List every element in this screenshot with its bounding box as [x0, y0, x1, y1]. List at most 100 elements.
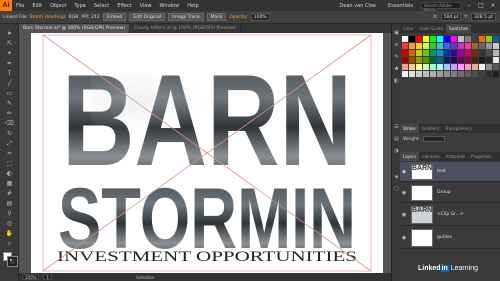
color-swatch[interactable]	[472, 57, 478, 63]
color-swatch[interactable]	[451, 64, 457, 70]
color-swatch[interactable]	[402, 71, 408, 77]
gradient-icon[interactable]: ▤	[4, 200, 15, 208]
color-swatch[interactable]	[493, 64, 499, 70]
tab-transparency[interactable]: Transparency	[442, 124, 475, 133]
color-swatch[interactable]	[409, 71, 415, 77]
color-swatch[interactable]	[451, 50, 457, 56]
color-swatch[interactable]	[437, 43, 443, 49]
color-swatch[interactable]	[409, 64, 415, 70]
color-swatch[interactable]	[423, 43, 429, 49]
color-swatch[interactable]	[402, 57, 408, 63]
artboards-icon[interactable]: ▢	[393, 186, 400, 193]
pen-tool-icon[interactable]: ✒	[4, 60, 15, 68]
color-swatch[interactable]	[416, 71, 422, 77]
color-swatch[interactable]	[423, 57, 429, 63]
scale-icon[interactable]: ⤢	[4, 140, 15, 148]
color-swatch[interactable]	[479, 71, 485, 77]
zoom-tool-icon[interactable]: ⌕	[4, 240, 15, 248]
color-swatch[interactable]	[451, 36, 457, 42]
canvas-area[interactable]: BARN STORMIN INVESTMENT OPPORTUNITIES	[19, 33, 391, 273]
color-swatch[interactable]	[493, 50, 499, 56]
layer-row[interactable]: ◉ guides	[400, 227, 500, 249]
tab-color-guide[interactable]: Color Guide	[416, 24, 445, 33]
eraser-icon[interactable]: ⌫	[4, 120, 15, 128]
color-swatch[interactable]	[437, 64, 443, 70]
color-swatch[interactable]	[409, 50, 415, 56]
tab-cloudy-letters[interactable]: Cloudy letters.ai @ 100% (RGB/GPU Previe…	[130, 24, 241, 33]
paintbrush-icon[interactable]: ✎	[4, 100, 15, 108]
zoom-level-field[interactable]: 100%	[22, 274, 40, 280]
tab-properties[interactable]: Properties	[468, 152, 494, 161]
layer-row[interactable]: ◉ BARN text	[400, 162, 500, 182]
layer-row[interactable]: ◉ Group	[400, 183, 500, 203]
visibility-eye-icon[interactable]: ◉	[400, 190, 408, 196]
type-tool-icon[interactable]: T	[4, 70, 15, 78]
color-swatch[interactable]	[465, 43, 471, 49]
y-field[interactable]: 328.5 pt	[471, 13, 496, 21]
user-name[interactable]: Dean van Clee	[335, 3, 380, 9]
layers-icon[interactable]: ◈	[393, 174, 400, 181]
color-swatch[interactable]	[458, 71, 464, 77]
color-swatch[interactable]	[493, 36, 499, 42]
free-transform-icon[interactable]: ⬚	[4, 160, 15, 168]
color-swatch[interactable]	[486, 36, 492, 42]
color-swatch[interactable]	[423, 50, 429, 56]
color-swatch[interactable]	[472, 64, 478, 70]
color-swatch[interactable]	[423, 71, 429, 77]
color-swatch[interactable]	[444, 71, 450, 77]
tab-swatches[interactable]: Swatches	[445, 24, 472, 33]
color-swatch[interactable]	[402, 36, 408, 42]
tab-color[interactable]: Color	[400, 24, 416, 33]
menu-object[interactable]: Object	[46, 3, 70, 9]
color-swatch[interactable]	[493, 57, 499, 63]
color-swatch[interactable]	[458, 50, 464, 56]
color-swatch[interactable]	[493, 71, 499, 77]
magic-wand-icon[interactable]: ✦	[4, 50, 15, 58]
stroke-weight-field[interactable]	[423, 136, 446, 142]
pencil-icon[interactable]: ✏	[4, 110, 15, 118]
color-swatch[interactable]	[430, 64, 436, 70]
color-swatch[interactable]	[465, 57, 471, 63]
layer-name[interactable]: <Clip Gr...>	[437, 212, 464, 217]
tab-libraries[interactable]: Libraries	[419, 152, 442, 161]
symbols-icon[interactable]: ♣	[393, 66, 400, 73]
perspective-grid-icon[interactable]: ▦	[4, 180, 15, 188]
rotate-icon[interactable]: ↻	[4, 130, 15, 138]
color-swatch[interactable]	[409, 36, 415, 42]
artboard[interactable]: BARN STORMIN INVESTMENT OPPORTUNITIES	[31, 33, 383, 273]
color-swatch[interactable]	[444, 64, 450, 70]
workspace-switcher[interactable]: Essentials	[384, 3, 417, 9]
color-swatch[interactable]	[437, 50, 443, 56]
image-trace-button[interactable]: Image Trace	[168, 13, 204, 21]
visibility-eye-icon[interactable]: ◉	[400, 169, 408, 175]
layer-row[interactable]: ◉ BARN <Clip Gr...>	[400, 204, 500, 226]
blend-icon[interactable]: ◎	[4, 220, 15, 228]
color-swatch[interactable]	[437, 57, 443, 63]
color-swatch[interactable]	[423, 64, 429, 70]
color-swatch[interactable]	[430, 43, 436, 49]
color-swatch[interactable]	[444, 50, 450, 56]
color-swatch[interactable]	[472, 36, 478, 42]
color-swatch[interactable]	[416, 50, 422, 56]
color-swatch[interactable]	[486, 43, 492, 49]
layer-name[interactable]: Group	[437, 190, 451, 195]
color-swatch[interactable]	[430, 50, 436, 56]
color-swatch[interactable]	[465, 71, 471, 77]
mesh-icon[interactable]: #	[4, 190, 15, 198]
color-swatch[interactable]	[416, 57, 422, 63]
color-swatch[interactable]	[430, 71, 436, 77]
tab-stroke[interactable]: Stroke	[400, 124, 419, 133]
close-icon[interactable]: ×	[489, 2, 497, 9]
visibility-eye-icon[interactable]: ◉	[400, 212, 408, 218]
maximize-icon[interactable]: □	[477, 2, 485, 9]
rectangle-tool-icon[interactable]: ▭	[4, 90, 15, 98]
color-swatch[interactable]	[479, 43, 485, 49]
color-swatch[interactable]	[486, 64, 492, 70]
color-swatch[interactable]	[402, 50, 408, 56]
color-swatch[interactable]	[409, 57, 415, 63]
tagline[interactable]: INVESTMENT OPPORTUNITIES	[57, 249, 357, 265]
visibility-eye-icon[interactable]: ◉	[400, 235, 408, 241]
mask-button[interactable]: Mask	[206, 13, 227, 21]
tab-barn-stormin[interactable]: Barn Stormin.ai* @ 100% (RGB/GPU Preview…	[19, 24, 131, 33]
color-swatch[interactable]	[472, 43, 478, 49]
